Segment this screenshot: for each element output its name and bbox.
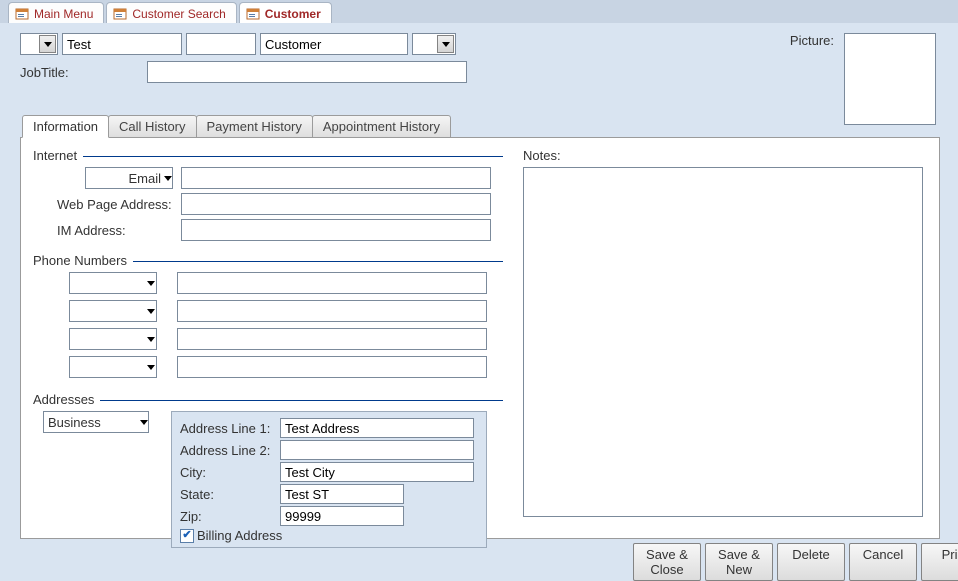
internet-legend: Internet — [33, 148, 77, 163]
web-label: Web Page Address: — [33, 197, 181, 212]
suffix-combo[interactable] — [412, 33, 456, 55]
notes-label: Notes: — [523, 148, 927, 163]
phone-type-combo[interactable] — [69, 272, 157, 294]
address-line2-input[interactable] — [280, 440, 474, 460]
dropdown-button-icon — [147, 365, 155, 370]
address-box: Address Line 1: Address Line 2: City: — [171, 411, 487, 548]
tab-information[interactable]: Information — [22, 115, 109, 138]
button-bar: Save & Close Save & New Delete Cancel Pr… — [503, 543, 940, 581]
jobtitle-label: JobTitle: — [20, 65, 76, 80]
delete-button[interactable]: Delete — [777, 543, 845, 581]
phone-type-combo[interactable] — [69, 328, 157, 350]
web-input[interactable] — [181, 193, 491, 215]
window-tab-customer[interactable]: Customer — [239, 2, 332, 23]
zip-input[interactable] — [280, 506, 404, 526]
billing-checkbox[interactable]: ✔ — [180, 529, 194, 543]
address-legend: Addresses — [33, 392, 94, 407]
billing-label: Billing Address — [197, 528, 282, 543]
cancel-button[interactable]: Cancel — [849, 543, 917, 581]
tab-call-history[interactable]: Call History — [108, 115, 196, 137]
save-new-button[interactable]: Save & New — [705, 543, 773, 581]
window-tab-label: Customer Search — [132, 7, 225, 21]
zip-label: Zip: — [180, 509, 280, 524]
middle-name-input[interactable] — [186, 33, 256, 55]
address-type-value: Business — [48, 415, 140, 430]
state-input[interactable] — [280, 484, 404, 504]
phone-type-combo[interactable] — [69, 356, 157, 378]
phone-input[interactable] — [177, 328, 487, 350]
dropdown-button-icon — [140, 420, 148, 425]
window-tab-bar: Main Menu Customer Search Customer — [0, 0, 958, 23]
email-type-combo[interactable]: Email — [85, 167, 173, 189]
dropdown-button-icon — [147, 281, 155, 286]
phone-fieldset: Phone Numbers — [33, 253, 503, 384]
city-label: City: — [180, 465, 280, 480]
email-type-value: Email — [90, 171, 164, 186]
address-fieldset: Addresses Business Address Line 1: — [33, 392, 503, 548]
form-content: JobTitle: Picture: Information Call Hist… — [0, 23, 958, 573]
prefix-combo[interactable] — [20, 33, 58, 55]
email-input[interactable] — [181, 167, 491, 189]
form-icon — [15, 7, 29, 21]
dropdown-button-icon — [147, 337, 155, 342]
notes-textarea[interactable] — [523, 167, 923, 517]
first-name-input[interactable] — [62, 33, 182, 55]
im-input[interactable] — [181, 219, 491, 241]
im-label: IM Address: — [33, 223, 181, 238]
picture-block: Picture: — [790, 33, 936, 125]
information-panel: Internet Email Web Page Address: — [20, 137, 940, 539]
window-tab-customer-search[interactable]: Customer Search — [106, 2, 236, 23]
jobtitle-input[interactable] — [147, 61, 467, 83]
address-line1-input[interactable] — [280, 418, 474, 438]
tab-payment-history[interactable]: Payment History — [196, 115, 313, 137]
phone-input[interactable] — [177, 356, 487, 378]
save-close-button[interactable]: Save & Close — [633, 543, 701, 581]
divider — [100, 400, 503, 401]
form-icon — [113, 7, 127, 21]
picture-box[interactable] — [844, 33, 936, 125]
state-label: State: — [180, 487, 280, 502]
sub-tab-bar: Information Call History Payment History… — [20, 115, 940, 137]
address-line2-label: Address Line 2: — [180, 443, 280, 458]
phone-legend: Phone Numbers — [33, 253, 127, 268]
divider — [133, 261, 503, 262]
internet-fieldset: Internet Email Web Page Address: — [33, 148, 503, 245]
phone-input[interactable] — [177, 300, 487, 322]
phone-type-combo[interactable] — [69, 300, 157, 322]
dropdown-button-icon — [39, 35, 56, 53]
last-name-input[interactable] — [260, 33, 408, 55]
city-input[interactable] — [280, 462, 474, 482]
print-button[interactable]: Print — [921, 543, 958, 581]
window-tab-label: Main Menu — [34, 7, 93, 21]
form-icon — [246, 7, 260, 21]
address-type-combo[interactable]: Business — [43, 411, 149, 433]
window-tab-label: Customer — [265, 7, 321, 21]
address-line1-label: Address Line 1: — [180, 421, 280, 436]
tab-appointment-history[interactable]: Appointment History — [312, 115, 451, 137]
divider — [83, 156, 503, 157]
dropdown-button-icon — [147, 309, 155, 314]
window-tab-main-menu[interactable]: Main Menu — [8, 2, 104, 23]
dropdown-button-icon — [164, 176, 172, 181]
phone-input[interactable] — [177, 272, 487, 294]
check-icon: ✔ — [182, 530, 191, 541]
notes-section: Notes: — [523, 148, 927, 520]
picture-label: Picture: — [790, 33, 834, 48]
dropdown-button-icon — [437, 35, 454, 53]
